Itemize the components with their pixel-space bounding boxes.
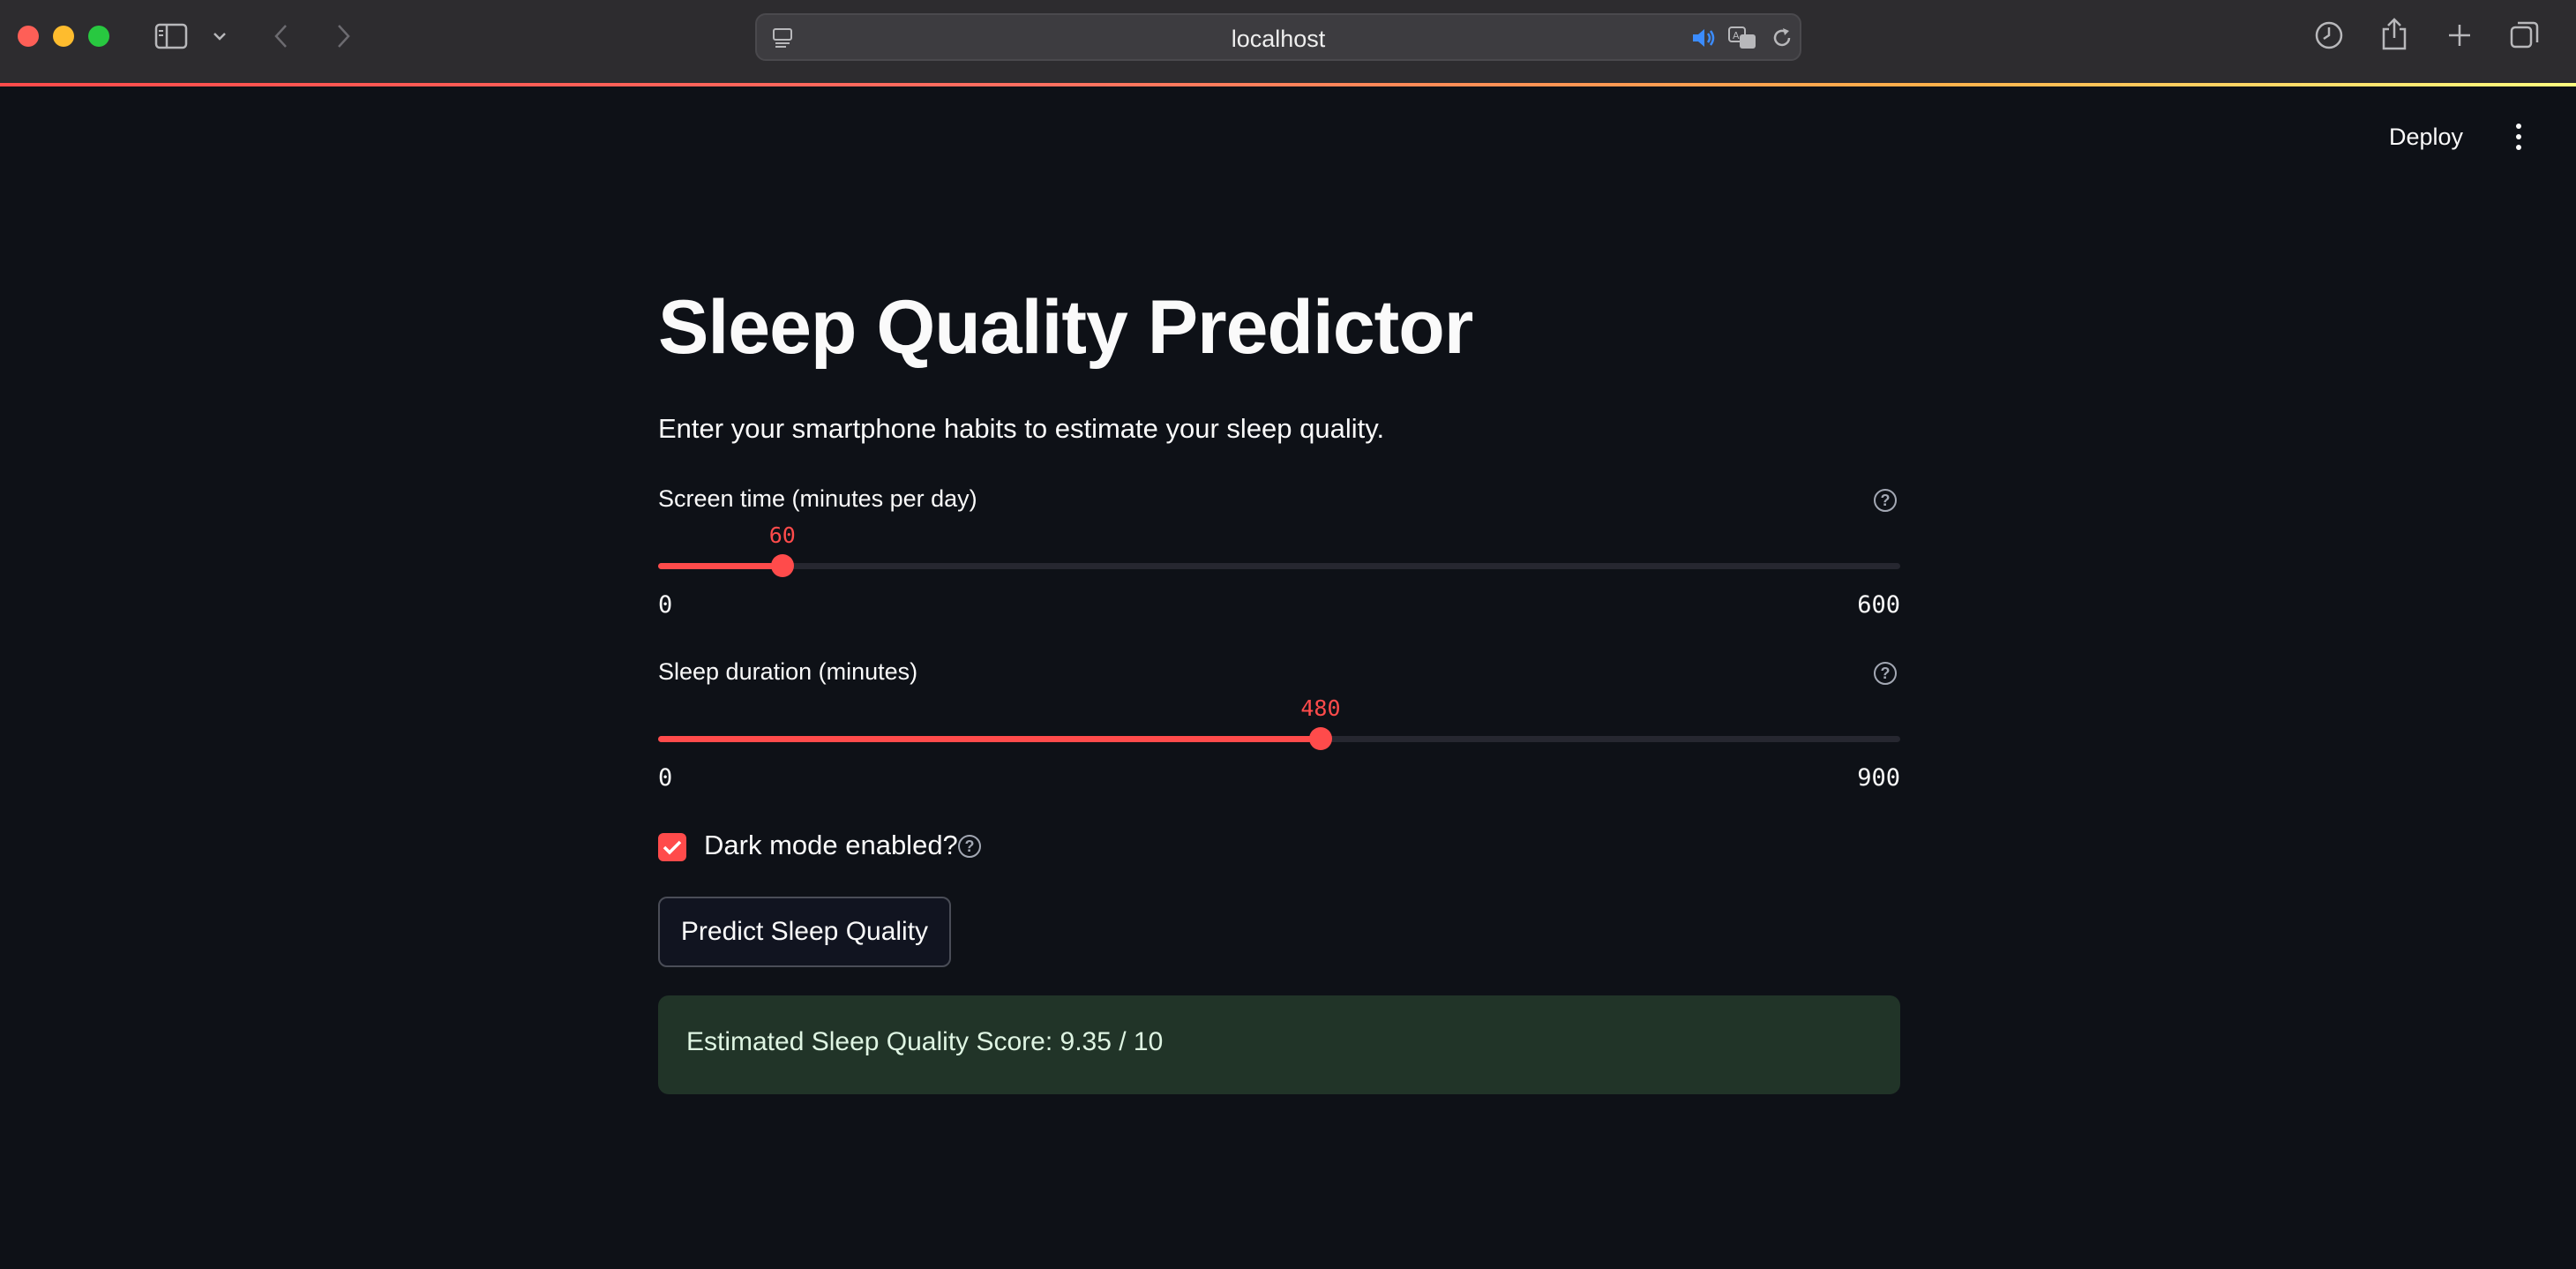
slider-thumb[interactable]	[770, 554, 794, 577]
checkmark-icon	[663, 840, 682, 855]
sleep-duration-min: 0	[658, 764, 673, 792]
history-icon[interactable]	[2313, 19, 2345, 51]
slider-fill	[658, 563, 783, 569]
dark-mode-label: Dark mode enabled?	[704, 830, 958, 860]
page-subtitle: Enter your smartphone habits to estimate…	[658, 413, 1385, 444]
sleep-duration-value: 480	[1300, 695, 1341, 721]
slider-fill	[658, 736, 1321, 742]
chevron-down-icon[interactable]	[210, 26, 229, 46]
zoom-window-button[interactable]	[88, 26, 109, 47]
close-window-button[interactable]	[18, 26, 39, 47]
screen-time-value: 60	[768, 522, 796, 548]
predict-button[interactable]: Predict Sleep Quality	[658, 897, 951, 967]
main-menu-icon[interactable]	[2509, 121, 2528, 153]
back-arrow-icon[interactable]	[268, 21, 295, 51]
translate-icon[interactable]: A	[1727, 26, 1759, 50]
help-icon[interactable]: ?	[1874, 662, 1897, 685]
help-icon[interactable]: ?	[958, 835, 981, 858]
minimize-window-button[interactable]	[53, 26, 74, 47]
sleep-duration-slider[interactable]	[658, 727, 1900, 750]
address-bar[interactable]: localhost A	[755, 13, 1801, 61]
sleep-duration-max: 900	[1857, 764, 1900, 792]
result-alert: Estimated Sleep Quality Score: 9.35 / 10	[658, 995, 1900, 1094]
svg-text:A: A	[1733, 30, 1740, 41]
browser-toolbar: localhost A	[0, 0, 2576, 83]
share-icon[interactable]	[2380, 16, 2408, 51]
reload-icon[interactable]	[1770, 26, 1794, 50]
page-title: Sleep Quality Predictor	[658, 285, 1473, 370]
running-status-line	[0, 83, 2576, 86]
screen-time-slider[interactable]	[658, 554, 1900, 577]
forward-arrow-icon[interactable]	[330, 21, 356, 51]
screen-time-label: Screen time (minutes per day)	[658, 485, 977, 512]
screen-time-min: 0	[658, 591, 673, 619]
screen-time-max: 600	[1857, 591, 1900, 619]
url-text: localhost	[1231, 26, 1326, 52]
sidebar-toggle-icon[interactable]	[154, 21, 189, 51]
sleep-duration-label: Sleep duration (minutes)	[658, 658, 918, 685]
help-icon[interactable]: ?	[1874, 489, 1897, 512]
tab-overview-icon[interactable]	[2509, 19, 2541, 51]
slider-thumb[interactable]	[1308, 727, 1332, 750]
new-tab-icon[interactable]	[2445, 21, 2474, 49]
deploy-button[interactable]: Deploy	[2382, 119, 2470, 154]
dark-mode-checkbox[interactable]	[658, 833, 686, 861]
speaker-icon[interactable]	[1690, 26, 1717, 49]
